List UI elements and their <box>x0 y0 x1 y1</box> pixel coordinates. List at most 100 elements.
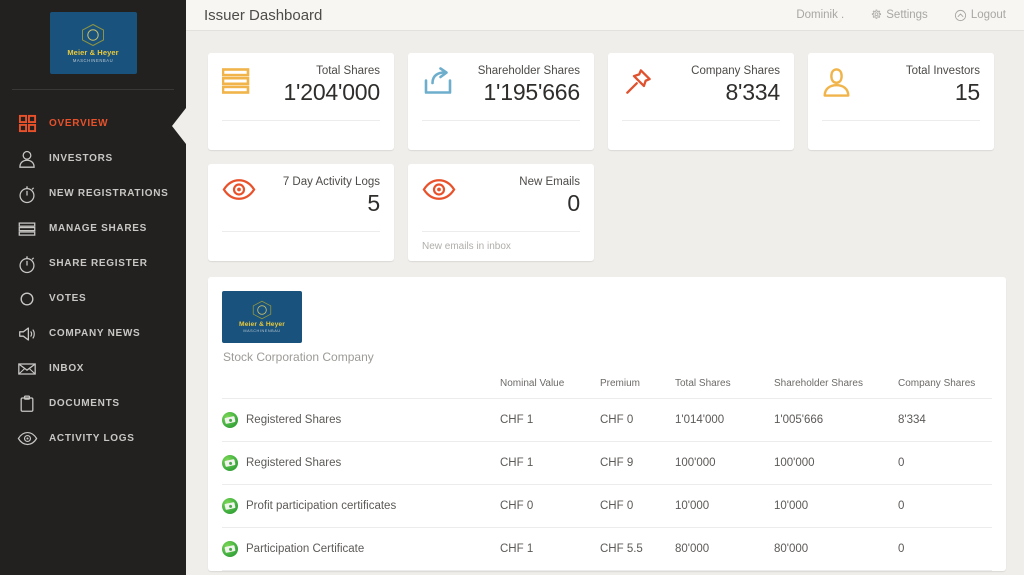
brand-name: Meier & Heyer <box>239 320 285 328</box>
eye-icon <box>222 176 266 201</box>
brand-subtitle: MASCHINENBAU <box>72 58 114 64</box>
sidebar-item-inbox[interactable]: INBOX <box>0 351 186 386</box>
sidebar: Meier & Heyer MASCHINENBAU OVERVIEW INVE… <box>0 0 186 575</box>
col-header-nominal-value: Nominal Value <box>500 378 600 399</box>
card-label: Total Investors <box>905 65 980 77</box>
sidebar-item-label: SHARE REGISTER <box>49 258 148 269</box>
sidebar-item-label: ACTIVITY LOGS <box>49 433 135 444</box>
sidebar-divider <box>12 89 174 90</box>
sidebar-item-overview[interactable]: OVERVIEW <box>0 106 186 141</box>
table-header-row: Nominal Value Premium Total Shares Share… <box>222 378 992 399</box>
sidebar-item-share-register[interactable]: SHARE REGISTER <box>0 246 186 281</box>
share-class-name: Profit participation certificates <box>246 500 397 512</box>
share-icon <box>422 65 466 97</box>
cell-name: Profit participation certificates <box>222 484 500 528</box>
card-value: 5 <box>367 189 380 216</box>
stat-card-new-emails[interactable]: New Emails 0 New emails in inbox <box>408 164 594 261</box>
card-footer <box>622 121 780 130</box>
card-top: Shareholder Shares 1'195'666 <box>422 65 580 112</box>
cell-premium: CHF 5.5 <box>600 527 675 571</box>
sidebar-item-activity-logs[interactable]: ACTIVITY LOGS <box>0 421 186 456</box>
cell-company-shares: 0 <box>898 527 992 571</box>
sidebar-item-label: INVESTORS <box>49 153 113 164</box>
row-name-wrap: Registered Shares <box>222 455 500 471</box>
card-label: 7 Day Activity Logs <box>282 176 380 188</box>
hexagon-logo-icon <box>80 23 106 47</box>
cell-company-shares: 0 <box>898 484 992 528</box>
logout-icon <box>954 9 967 22</box>
row-name-wrap: Registered Shares <box>222 412 500 428</box>
grid-icon <box>14 111 40 137</box>
eye-icon <box>14 426 40 452</box>
share-class-name: Participation Certificate <box>246 543 365 555</box>
card-text: Total Investors 15 <box>866 65 980 105</box>
stat-card-total-shares[interactable]: Total Shares 1'204'000 <box>208 53 394 150</box>
user-icon <box>14 146 40 172</box>
card-footer <box>222 232 380 241</box>
cell-nominal-value: CHF 1 <box>500 527 600 571</box>
cell-company-shares: 0 <box>898 441 992 485</box>
panel-company-logo: Meier & Heyer MASCHINENBAU <box>222 291 302 343</box>
cell-company-shares: 8'334 <box>898 398 992 442</box>
row-name-wrap: Profit participation certificates <box>222 498 500 514</box>
card-value: 1'204'000 <box>283 78 380 105</box>
card-footer <box>222 121 380 130</box>
cell-total-shares: 80'000 <box>675 527 774 571</box>
stack-icon <box>14 216 40 242</box>
cell-name: Registered Shares <box>222 441 500 485</box>
app-root: Meier & Heyer MASCHINENBAU OVERVIEW INVE… <box>0 0 1024 575</box>
card-text: Company Shares 8'334 <box>666 65 780 105</box>
sidebar-item-label: OVERVIEW <box>49 118 109 129</box>
stat-card-total-investors[interactable]: Total Investors 15 <box>808 53 994 150</box>
eye-icon <box>422 176 466 201</box>
cell-premium: CHF 0 <box>600 484 675 528</box>
main-area: Issuer Dashboard Dominik . Settings Logo… <box>186 0 1024 575</box>
col-header-shareholder-shares: Shareholder Shares <box>774 378 898 399</box>
card-value: 1'195'666 <box>483 78 580 105</box>
cell-name: Participation Certificate <box>222 527 500 571</box>
cell-shareholder-shares: 1'005'666 <box>774 398 898 442</box>
page-title: Issuer Dashboard <box>204 6 323 24</box>
card-label: Shareholder Shares <box>477 65 580 77</box>
active-nav-pointer <box>172 108 186 144</box>
cell-shareholder-shares: 10'000 <box>774 484 898 528</box>
sidebar-item-manage-shares[interactable]: MANAGE SHARES <box>0 211 186 246</box>
card-top: Total Investors 15 <box>822 65 980 112</box>
settings-label: Settings <box>886 9 928 21</box>
col-header-total-shares: Total Shares <box>675 378 774 399</box>
card-text: 7 Day Activity Logs 5 <box>266 176 380 216</box>
card-top: 7 Day Activity Logs 5 <box>222 176 380 223</box>
sidebar-item-new-registrations[interactable]: NEW REGISTRATIONS <box>0 176 186 211</box>
current-user-label: Dominik . <box>796 9 845 21</box>
sidebar-item-investors[interactable]: INVESTORS <box>0 141 186 176</box>
share-class-name: Registered Shares <box>246 414 342 426</box>
table-row[interactable]: Profit participation certificates CHF 0 … <box>222 484 992 528</box>
content: Total Shares 1'204'000 Shareholder Share… <box>186 31 1024 571</box>
stat-cards-row-1: Total Shares 1'204'000 Shareholder Share… <box>208 53 1006 150</box>
money-note <box>224 459 236 467</box>
card-top: New Emails 0 <box>422 176 580 223</box>
stat-cards-row-2: 7 Day Activity Logs 5 New Emails 0 New e… <box>208 164 1006 261</box>
sidebar-item-company-news[interactable]: COMPANY NEWS <box>0 316 186 351</box>
settings-button[interactable]: Settings <box>870 9 928 21</box>
bars-icon <box>222 65 266 95</box>
cell-shareholder-shares: 100'000 <box>774 441 898 485</box>
money-badge-icon <box>222 412 238 428</box>
logout-button[interactable]: Logout <box>954 9 1006 22</box>
sidebar-brand[interactable]: Meier & Heyer MASCHINENBAU <box>0 0 186 74</box>
card-footer <box>822 121 980 130</box>
stat-card-shareholder-shares[interactable]: Shareholder Shares 1'195'666 <box>408 53 594 150</box>
table-row[interactable]: Registered Shares CHF 1 CHF 9 100'000 10… <box>222 441 992 485</box>
cell-total-shares: 1'014'000 <box>675 398 774 442</box>
table-row[interactable]: Registered Shares CHF 1 CHF 0 1'014'000 … <box>222 398 992 442</box>
stat-card-activity-logs[interactable]: 7 Day Activity Logs 5 <box>208 164 394 261</box>
shares-table-body: Registered Shares CHF 1 CHF 0 1'014'000 … <box>222 398 992 571</box>
stat-card-company-shares[interactable]: Company Shares 8'334 <box>608 53 794 150</box>
row-name-wrap: Participation Certificate <box>222 541 500 557</box>
sidebar-item-votes[interactable]: VOTES <box>0 281 186 316</box>
cell-total-shares: 100'000 <box>675 441 774 485</box>
card-label: New Emails <box>519 176 580 188</box>
sidebar-item-documents[interactable]: DOCUMENTS <box>0 386 186 421</box>
sidebar-item-label: INBOX <box>49 363 85 374</box>
table-row[interactable]: Participation Certificate CHF 1 CHF 5.5 … <box>222 527 992 571</box>
